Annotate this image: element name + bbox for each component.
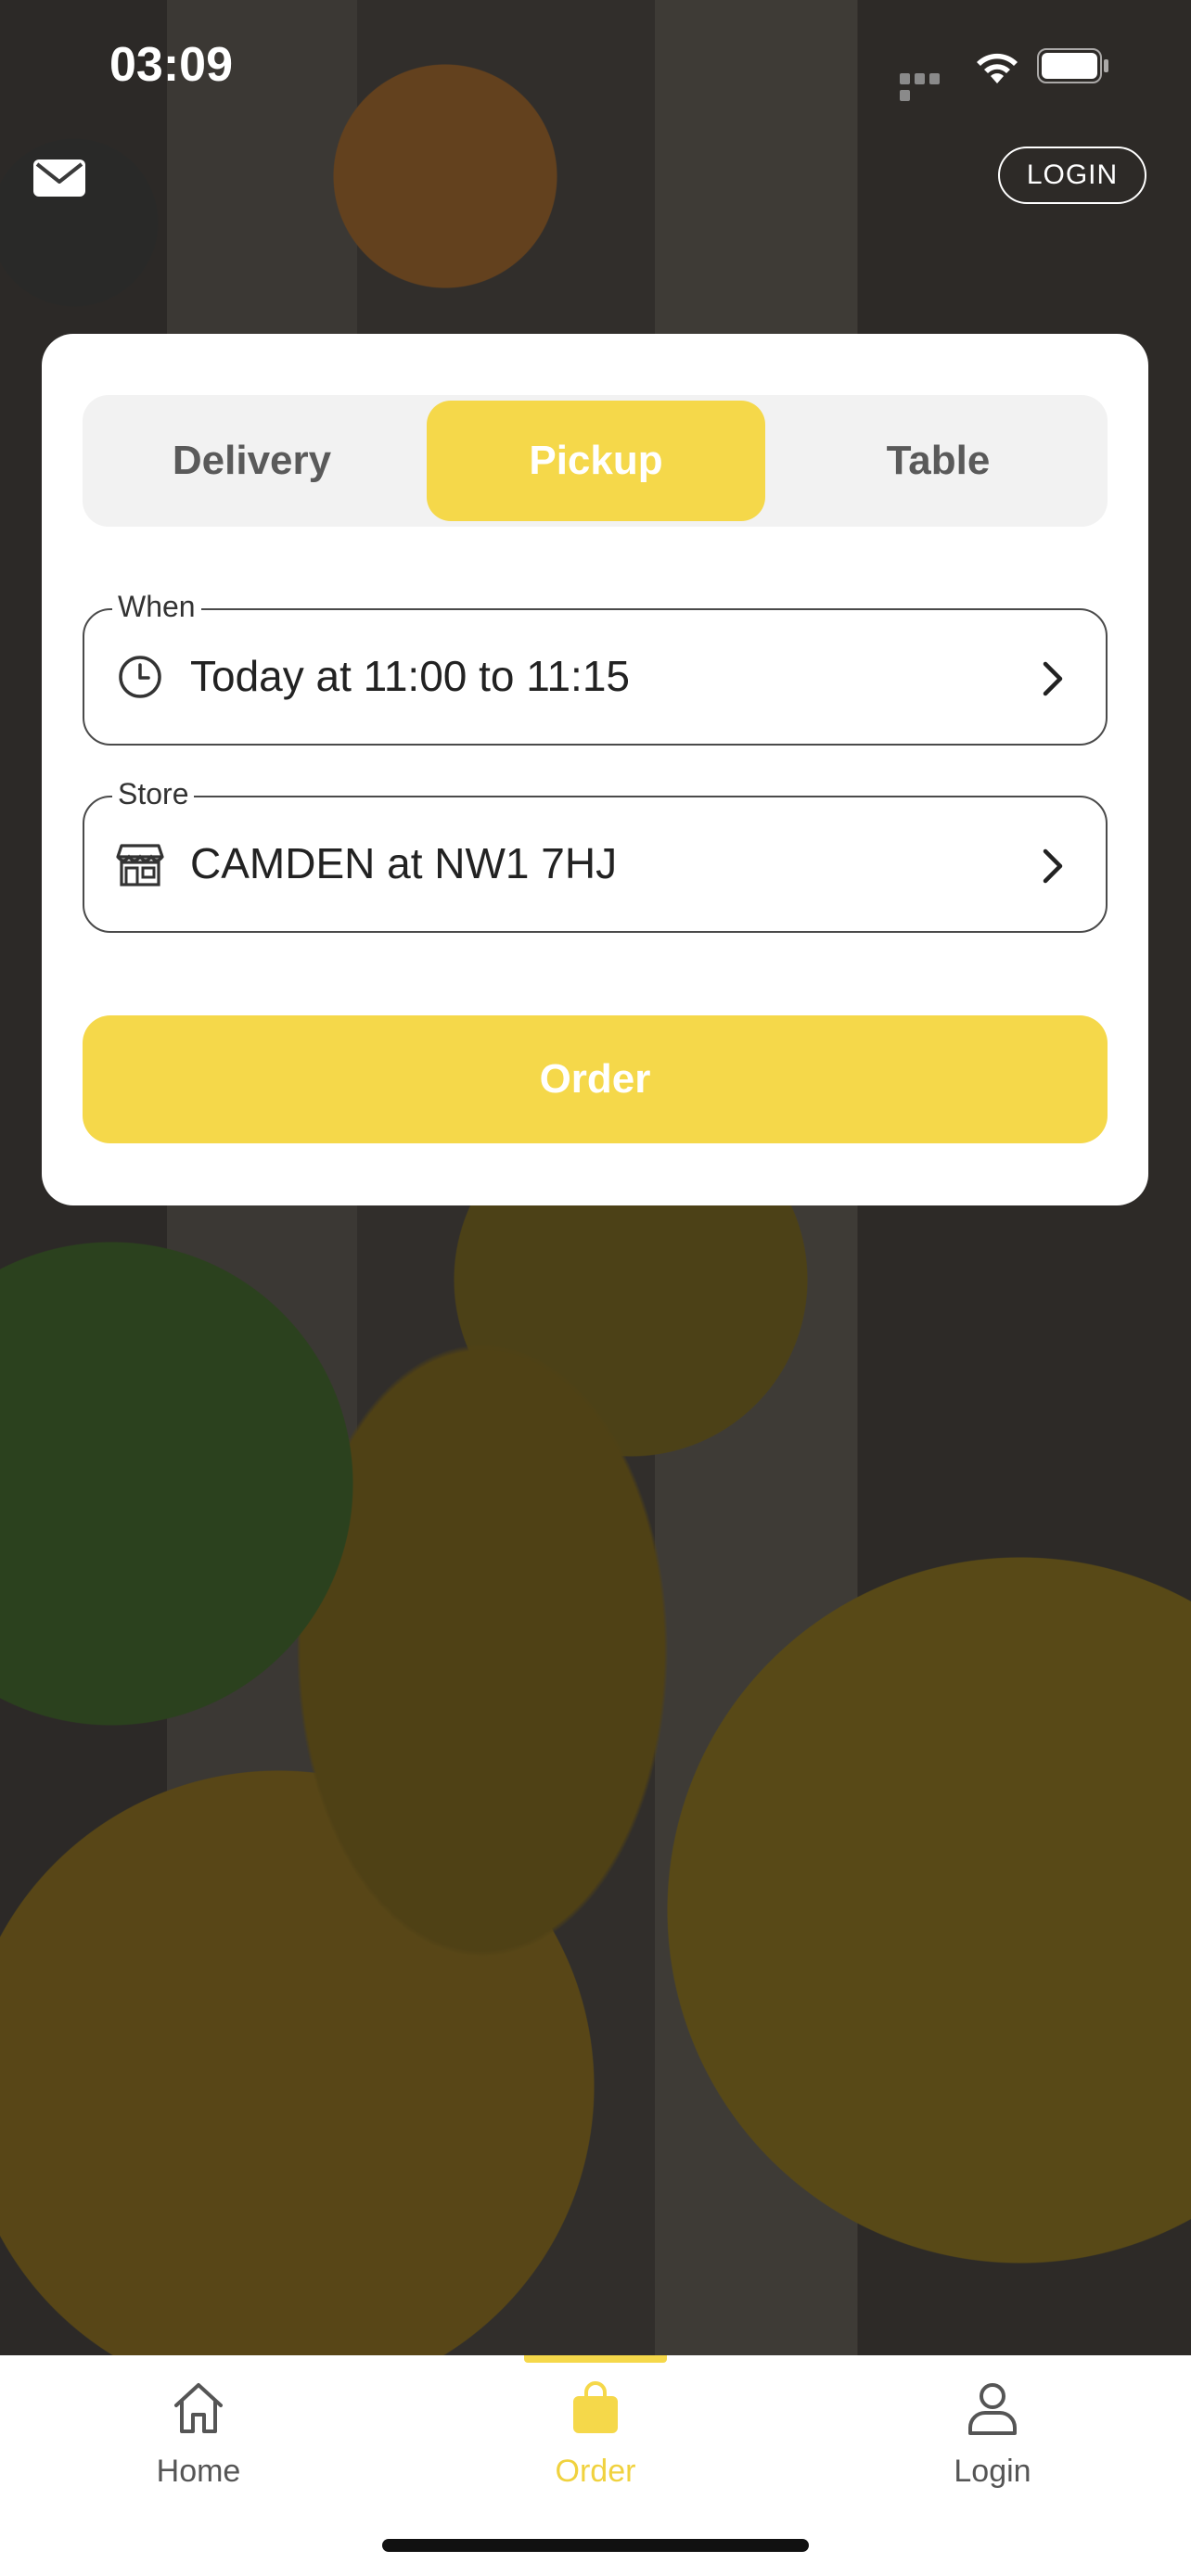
status-bar: 03:09 (0, 0, 1191, 139)
battery-icon (1037, 48, 1108, 83)
store-icon (116, 844, 164, 886)
tab-order-label: Order (555, 2454, 636, 2489)
cellular-signal-icon (900, 72, 957, 101)
clock-icon (119, 656, 161, 698)
chevron-right-icon (1043, 848, 1063, 884)
active-tab-indicator (524, 2355, 667, 2363)
person-icon (968, 2383, 1017, 2435)
wifi-icon (977, 53, 1018, 83)
order-button[interactable]: Order (83, 1015, 1108, 1143)
when-selector[interactable]: When Today at 11:00 to 11:15 (83, 590, 1108, 746)
when-value: Today at 11:00 to 11:15 (190, 652, 630, 700)
tab-pickup[interactable]: Pickup (427, 401, 765, 521)
home-indicator (382, 2539, 809, 2552)
tab-delivery[interactable]: Delivery (83, 395, 421, 527)
home-icon (174, 2383, 223, 2433)
tab-home[interactable]: Home (96, 2378, 301, 2517)
mail-icon[interactable] (32, 156, 87, 200)
tab-order[interactable]: Order (493, 2378, 698, 2517)
store-label: Store (112, 777, 195, 811)
order-mode-segmented-control: Delivery Pickup Table (83, 395, 1108, 527)
store-value: CAMDEN at NW1 7HJ (190, 839, 618, 887)
login-button[interactable]: LOGIN (998, 147, 1146, 204)
when-label: When (112, 590, 201, 624)
tab-login-label: Login (954, 2454, 1031, 2489)
chevron-right-icon (1043, 661, 1063, 696)
status-time: 03:09 (109, 38, 233, 92)
tab-home-label: Home (156, 2454, 241, 2489)
tab-login[interactable]: Login (890, 2378, 1095, 2517)
bag-icon (573, 2381, 618, 2433)
order-setup-card: Delivery Pickup Table When Today at 11:0… (42, 334, 1148, 1205)
store-selector[interactable]: Store CAMDEN at NW1 7HJ (83, 777, 1108, 933)
tab-table[interactable]: Table (769, 395, 1108, 527)
